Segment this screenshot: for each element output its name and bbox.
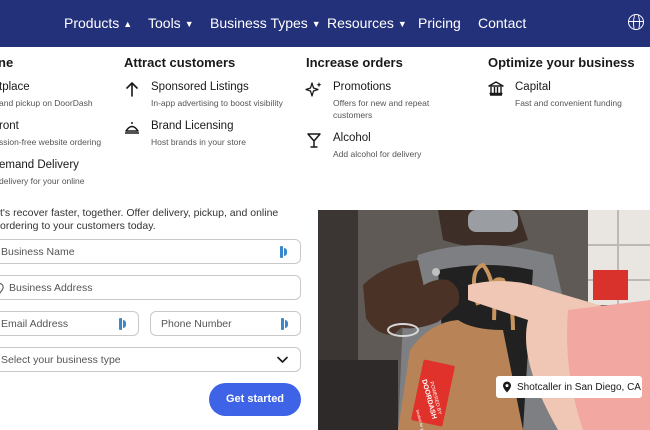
nav-business-types[interactable]: Business Types ▼	[210, 15, 321, 31]
business-type-placeholder: Select your business type	[1, 354, 121, 366]
menu-item-desc: Fast and convenient funding	[515, 98, 622, 108]
nav-tools[interactable]: Tools ▼	[148, 15, 194, 31]
cloche-icon	[125, 122, 139, 134]
menu-item-desc: ssion-free website ordering	[0, 137, 102, 147]
nav-pricing-label: Pricing	[418, 15, 461, 31]
menu-item-desc: Add alcohol for delivery	[333, 149, 422, 159]
get-started-button[interactable]: Get started	[209, 383, 301, 416]
location-pin-icon	[503, 381, 511, 393]
col-title-increase: Increase orders	[306, 55, 403, 70]
nav-products-label: Products	[64, 15, 120, 31]
menu-item-desc: delivery for your online	[0, 176, 85, 186]
intro-line: ordering to your customers today.	[0, 220, 156, 232]
menu-item-sponsored-listings[interactable]: Sponsored Listings In-app advertising to…	[151, 81, 283, 109]
menu-item-on-demand-delivery[interactable]: emand Delivery delivery for your online	[0, 159, 85, 187]
menu-item-title: Capital	[515, 81, 551, 93]
business-address-placeholder: Business Address	[9, 282, 93, 294]
menu-item-title: Promotions	[333, 81, 392, 93]
business-type-select[interactable]: Select your business type	[0, 347, 301, 372]
cocktail-icon	[307, 133, 321, 148]
menu-item-title: Sponsored Listings	[151, 81, 249, 93]
nav-pricing[interactable]: Pricing	[418, 15, 461, 31]
menu-item-title: tplace	[0, 81, 30, 93]
globe-icon[interactable]	[628, 14, 644, 30]
nav-resources[interactable]: Resources ▼	[327, 15, 407, 31]
business-name-placeholder: Business Name	[1, 246, 75, 258]
form-intro: t's recover faster, together. Offer deli…	[0, 207, 305, 233]
nav-tools-label: Tools	[148, 15, 181, 31]
phone-placeholder: Phone Number	[161, 318, 232, 330]
chevron-down-icon: ▼	[311, 18, 321, 29]
nav-products[interactable]: Products ▲	[64, 15, 132, 31]
email-field[interactable]: Email Address	[0, 311, 139, 336]
top-nav: Products ▲ Tools ▼ Business Types ▼ Reso…	[0, 0, 650, 47]
chevron-down-icon: ▼	[184, 18, 194, 29]
menu-item-marketplace[interactable]: tplace and pickup on DoorDash	[0, 81, 93, 109]
products-mega-menu: ne tplace and pickup on DoorDash ront ss…	[0, 47, 650, 210]
menu-item-title: Brand Licensing	[151, 120, 234, 132]
bank-icon	[488, 81, 504, 96]
menu-item-desc: Host brands in your store	[151, 137, 246, 147]
menu-item-desc: Offers for new and repeat customers	[333, 97, 429, 121]
autofill-icon	[118, 318, 128, 330]
col-title-optimize: Optimize your business	[488, 55, 635, 70]
menu-item-desc: In-app advertising to boost visibility	[151, 98, 283, 108]
menu-item-desc-line: customers	[333, 110, 373, 120]
chevron-up-icon: ▲	[123, 18, 133, 29]
phone-field[interactable]: Phone Number	[150, 311, 301, 336]
email-placeholder: Email Address	[1, 318, 69, 330]
menu-item-alcohol[interactable]: Alcohol Add alcohol for delivery	[333, 132, 421, 160]
menu-item-title: emand Delivery	[0, 159, 79, 171]
autofill-icon	[280, 318, 290, 330]
menu-item-brand-licensing[interactable]: Brand Licensing Host brands in your stor…	[151, 120, 246, 148]
business-address-field[interactable]: Business Address	[0, 275, 301, 300]
menu-item-promotions[interactable]: Promotions Offers for new and repeat cus…	[333, 81, 429, 121]
nav-resources-label: Resources	[327, 15, 394, 31]
chevron-down-icon: ▼	[397, 18, 407, 29]
intro-line: t's recover faster, together. Offer deli…	[0, 207, 279, 219]
chevron-down-icon	[277, 356, 288, 363]
sparkles-icon	[305, 82, 322, 97]
menu-item-title: Alcohol	[333, 132, 371, 144]
menu-item-desc-line: Offers for new and repeat	[333, 98, 430, 108]
menu-item-capital[interactable]: Capital Fast and convenient funding	[515, 81, 622, 109]
arrow-up-icon	[126, 82, 138, 97]
nav-business-types-label: Business Types	[210, 15, 308, 31]
col-title-online: ne	[0, 55, 14, 70]
col-title-attract: Attract customers	[124, 55, 236, 70]
location-pin-icon	[0, 283, 4, 294]
autofill-icon	[279, 246, 289, 258]
menu-item-storefront[interactable]: ront ssion-free website ordering	[0, 120, 101, 148]
location-label: Shotcaller in San Diego, CA	[517, 381, 641, 393]
nav-contact-label: Contact	[478, 15, 527, 31]
location-pill: Shotcaller in San Diego, CA	[496, 376, 642, 398]
nav-contact[interactable]: Contact	[478, 15, 526, 31]
menu-item-title: ront	[0, 120, 19, 132]
menu-item-desc: and pickup on DoorDash	[0, 98, 93, 108]
business-name-field[interactable]: Business Name	[0, 239, 301, 264]
